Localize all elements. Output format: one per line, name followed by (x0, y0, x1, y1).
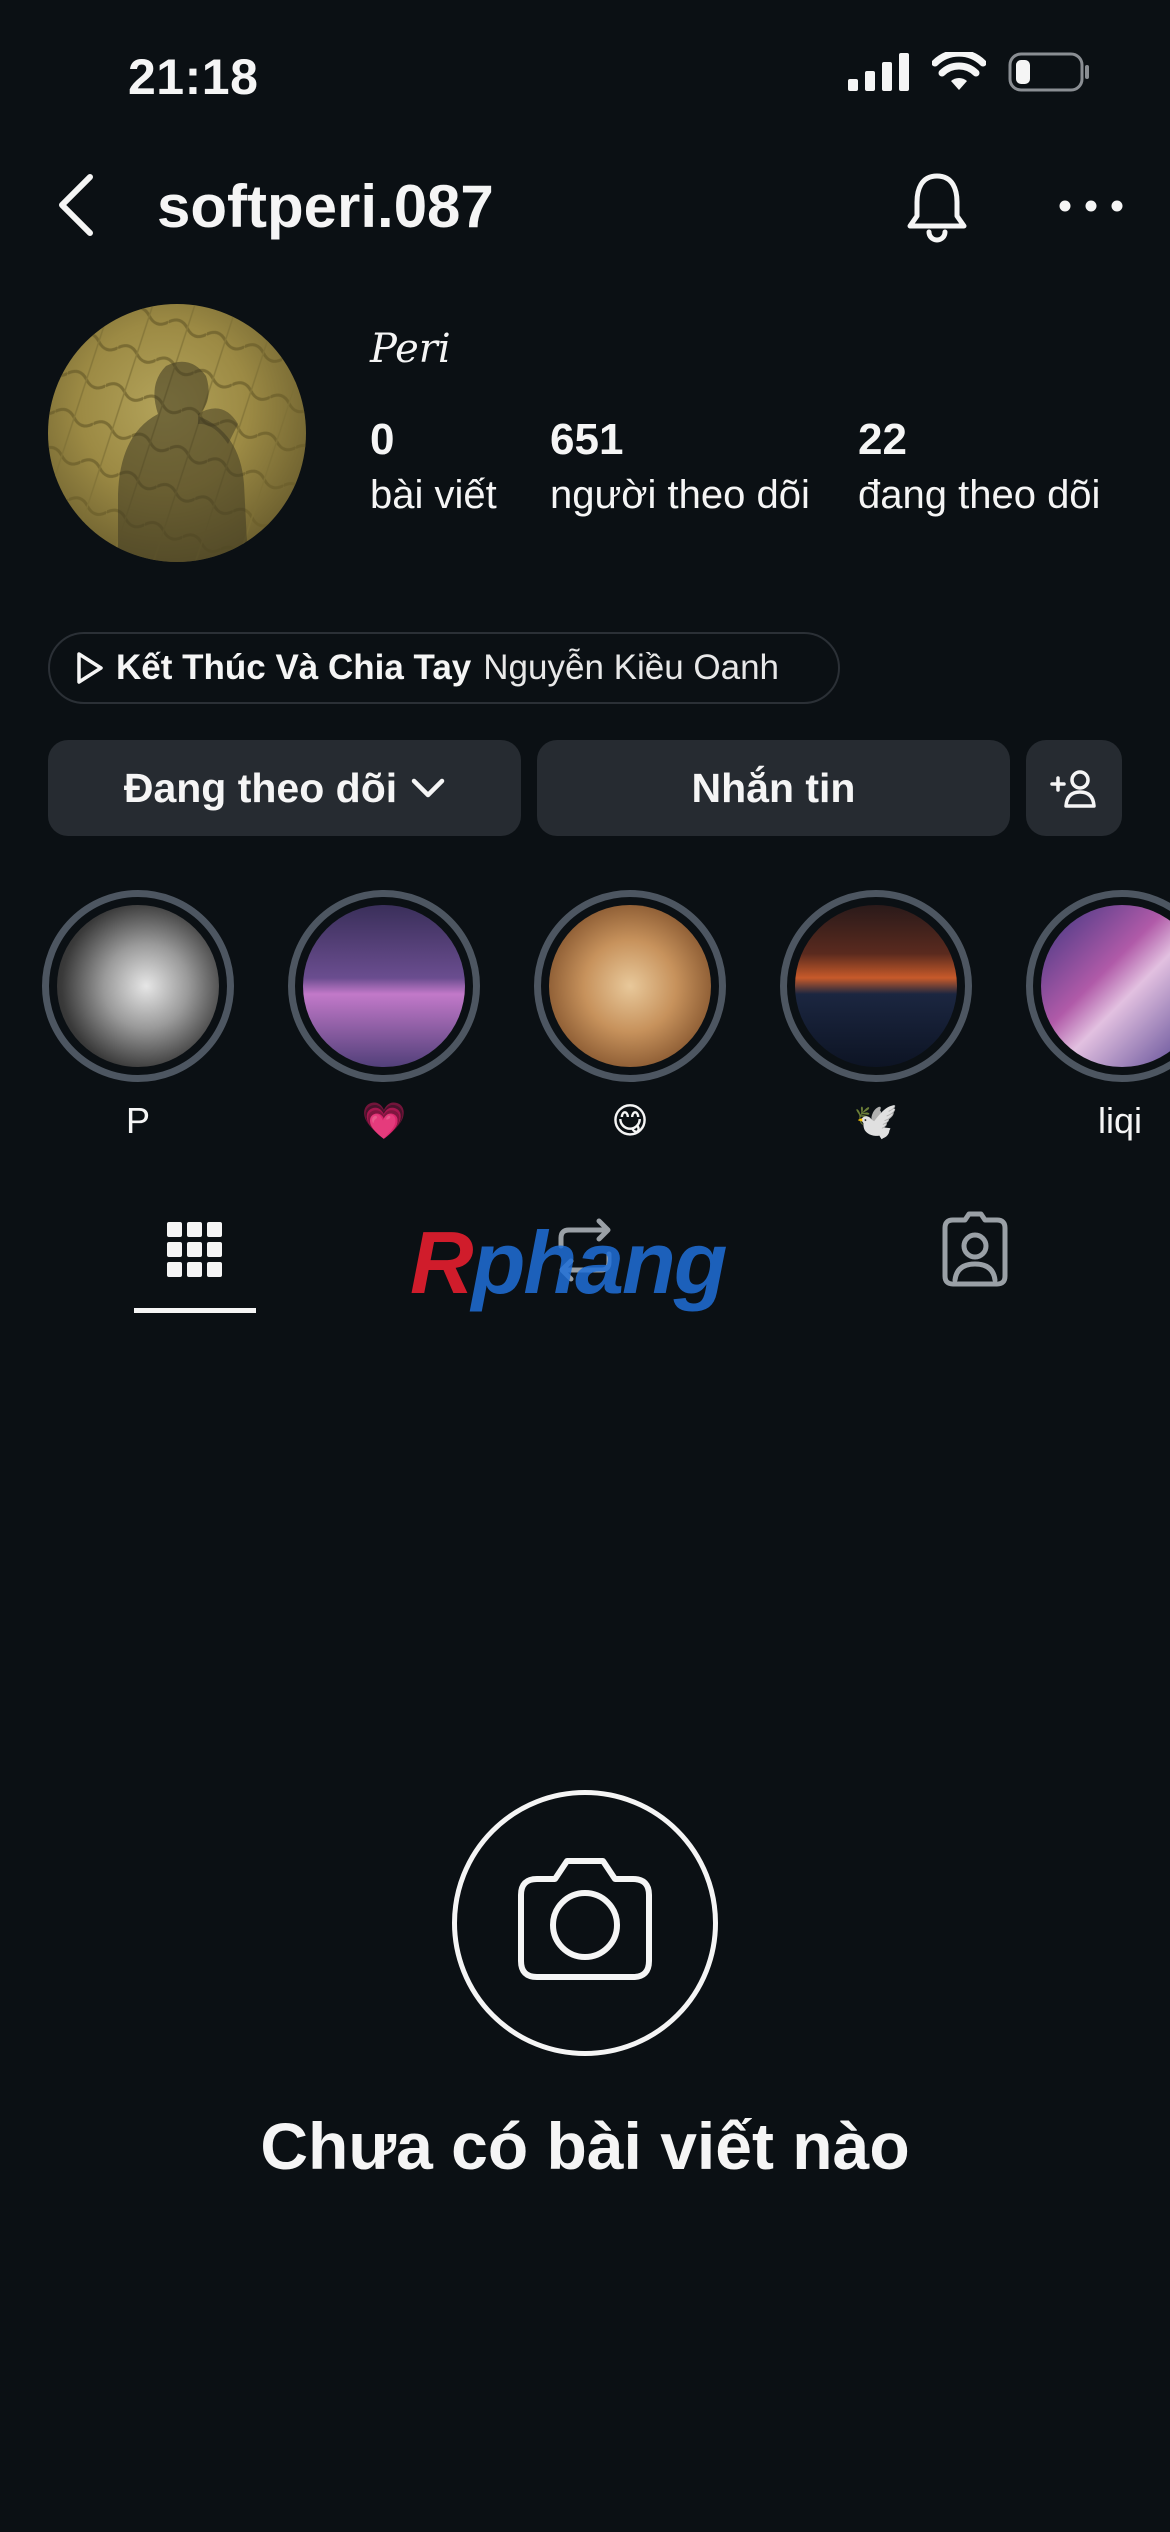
bell-icon (907, 173, 967, 243)
tab-posts-grid[interactable] (155, 1210, 235, 1290)
highlight-label: liqi (1098, 1100, 1143, 1141)
highlight-label: P (125, 1100, 150, 1141)
grid-icon (167, 1222, 222, 1277)
highlight-cover (795, 905, 957, 1067)
empty-state-circle (452, 1790, 718, 2056)
highlight-item[interactable]: P (42, 890, 234, 1144)
following-label: đang theo dõi (858, 473, 1101, 517)
following-button[interactable]: Đang theo dõi (48, 740, 521, 836)
followers-label: người theo dõi (550, 473, 810, 517)
display-name: Peri (370, 326, 451, 372)
highlight-cover (549, 905, 711, 1067)
posts-count: 0 (370, 415, 395, 464)
wifi-icon (932, 52, 986, 90)
highlight-item[interactable]: liqi (1026, 890, 1170, 1144)
more-icon (1059, 200, 1123, 212)
add-person-icon (1050, 770, 1096, 808)
profile-page: 21:18 softperi.087 Peri 0 bài viết 651 n… (0, 0, 1170, 2532)
back-button[interactable] (56, 170, 116, 240)
back-arrow-icon (59, 174, 93, 236)
camera-icon (518, 1858, 652, 1980)
avatar-image (48, 304, 306, 562)
highlight-item[interactable]: 💗 (288, 890, 480, 1144)
message-button[interactable]: Nhắn tin (537, 740, 1010, 836)
posts-label: bài viết (370, 473, 497, 517)
highlight-ring (534, 890, 726, 1082)
notifications-button[interactable] (905, 170, 975, 246)
watermark-rest: phang (471, 1213, 728, 1312)
watermark-first-letter: R (410, 1213, 474, 1312)
highlight-ring (780, 890, 972, 1082)
following-stat[interactable]: 22 đang theo dõi (858, 412, 1100, 522)
followers-stat[interactable]: 651 người theo dõi (550, 412, 810, 522)
battery-icon (1008, 52, 1089, 92)
more-options-button[interactable] (1055, 196, 1127, 216)
suggest-people-button[interactable] (1026, 740, 1122, 836)
active-tab-indicator (134, 1308, 256, 1313)
highlight-label: 😋 (611, 1100, 649, 1141)
username-title: softperi.087 (157, 173, 494, 240)
highlight-cover (57, 905, 219, 1067)
play-icon (77, 652, 103, 684)
music-artist: Nguyễn Kiều Oanh (483, 648, 780, 687)
status-time: 21:18 (128, 49, 259, 105)
cellular-signal-icon (848, 53, 909, 91)
highlight-ring (1026, 890, 1170, 1082)
following-button-label: Đang theo dõi (123, 764, 398, 811)
tagged-icon (942, 1211, 1008, 1287)
highlight-cover (1041, 905, 1170, 1067)
profile-avatar[interactable] (48, 304, 306, 562)
highlight-ring (42, 890, 234, 1082)
highlight-item[interactable]: 😋 (534, 890, 726, 1144)
empty-state-text: Chưa có bài viết nào (260, 2109, 910, 2183)
posts-stat[interactable]: 0 bài viết (370, 412, 497, 522)
music-song-title: Kết Thúc Và Chia Tay (116, 648, 472, 687)
following-count: 22 (858, 415, 907, 464)
status-icons (848, 52, 1090, 92)
highlight-label: 💗 (361, 1100, 407, 1141)
tab-tagged[interactable] (935, 1210, 1015, 1290)
highlight-item[interactable]: 🕊️ (780, 890, 972, 1144)
chevron-down-icon (411, 778, 445, 798)
watermark-logo: Rphang (410, 1212, 728, 1314)
highlight-label: 🕊️ (853, 1100, 899, 1141)
message-button-label: Nhắn tin (691, 764, 856, 811)
followers-count: 651 (550, 415, 624, 464)
highlight-cover (303, 905, 465, 1067)
highlight-ring (288, 890, 480, 1082)
profile-music-chip[interactable]: Kết Thúc Và Chia Tay Nguyễn Kiều Oanh (48, 632, 840, 704)
